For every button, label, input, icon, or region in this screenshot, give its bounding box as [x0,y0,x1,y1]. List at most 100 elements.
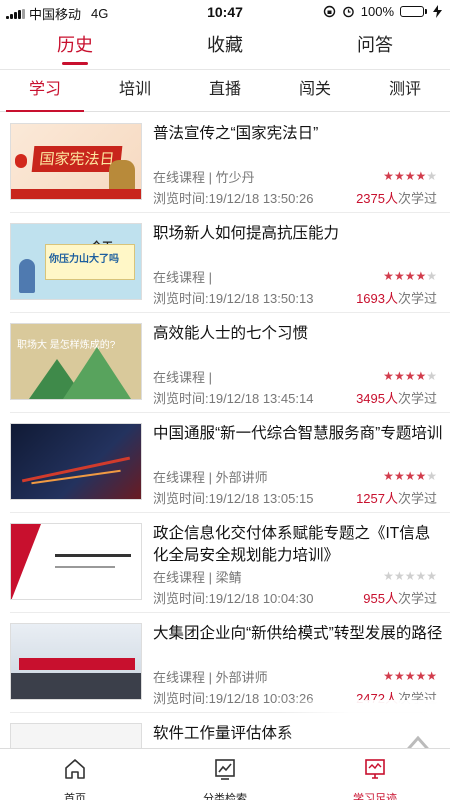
course-thumbnail: 今天 你压力山大了吗 [10,223,142,300]
nav-study-footprint[interactable]: 学习足迹 [300,749,450,800]
browse-time: 浏览时间:19/12/18 10:03:26 [153,691,314,706]
course-list: 国家宪法日 普法宣传之“国家宪法日” 在线课程 | 竹少丹 浏览时间:19/12… [0,113,450,748]
sub-tabs: 学习 培训 直播 闯关 测评 [0,70,450,112]
tab-favorites[interactable]: 收藏 [150,24,300,69]
learner-number: 3495人 [356,391,398,406]
course-meta: 在线课程 | 梁鲭 [153,570,242,585]
star-filled-icon: ★ [383,669,394,683]
course-item[interactable]: 中国通服“新一代综合智慧服务商”专题培训 在线课程 | 外部讲师 浏览时间:19… [10,413,450,513]
browse-time: 浏览时间:19/12/18 13:05:15 [153,491,314,506]
star-filled-icon: ★ [383,369,394,383]
person-figure-icon [19,259,35,293]
star-filled-icon: ★ [426,669,437,683]
mountain-shape [63,347,131,399]
learner-suffix: 次学过 [397,591,437,606]
rotation-lock-icon [323,5,335,18]
course-title: 普法宣传之“国家宪法日” [153,125,319,142]
star-filled-icon: ★ [415,469,427,483]
thumbnail-text: 你压力山大了吗 [49,254,119,265]
red-triangle-shape [11,524,41,599]
star-filled-icon: ★ [415,369,427,383]
chart-icon [215,759,235,780]
status-bar: 中国移动 4G 10:47 100% [0,0,450,24]
subtab-assessment[interactable]: 测评 [360,70,450,111]
course-title: 职场新人如何提高抗压能力 [153,225,340,242]
star-filled-icon: ★ [415,169,427,183]
star-filled-icon: ★ [404,469,416,483]
star-filled-icon: ★ [415,669,427,683]
star-filled-icon: ★ [393,269,405,283]
star-empty-icon: ★ [426,169,437,183]
top-tabs: 历史 收藏 问答 [0,24,450,70]
subtab-challenge[interactable]: 闯关 [270,70,360,111]
course-thumbnail: 国家宪法日 [10,123,142,200]
course-meta: 在线课程 | [153,370,212,385]
learner-count: 955人次学过 [363,588,437,607]
star-empty-icon: ★ [426,469,437,483]
star-filled-icon: ★ [404,369,416,383]
star-empty-icon: ★ [415,569,427,583]
course-thumbnail [10,623,142,700]
course-item[interactable]: 政企信息化交付体系赋能专题之《IT信息化全局安全规划能力培训》 在线课程 | 梁… [10,513,450,613]
learner-suffix: 次学过 [397,191,437,206]
course-meta: 在线课程 | 外部讲师 [153,670,268,685]
star-empty-icon: ★ [393,569,405,583]
light-streak [21,456,131,483]
thumbnail-banner [19,658,135,670]
rating-stars: ★★★★★ [383,669,437,683]
course-item[interactable]: 今天 你压力山大了吗 职场新人如何提高抗压能力 在线课程 | 浏览时间:19/1… [10,213,450,313]
course-meta: 在线课程 | 竹少丹 [153,170,255,185]
star-filled-icon: ★ [383,469,394,483]
nav-label: 学习足迹 [353,793,397,800]
course-thumbnail [10,523,142,600]
star-filled-icon: ★ [393,369,405,383]
battery-label: 100% [360,4,394,19]
learner-number: 1693人 [356,291,398,306]
screen-icon [365,759,385,779]
browse-time: 浏览时间:19/12/18 13:50:13 [153,291,314,306]
status-right: 100% [323,4,442,19]
star-empty-icon: ★ [404,569,416,583]
course-title: 政企信息化交付体系赋能专题之《IT信息化全局安全规划能力培训》 [153,525,431,564]
thumbnail-heading-bar [55,554,131,557]
learner-count: 1257人次学过 [356,488,437,507]
learner-count: 3495人次学过 [356,388,437,407]
nav-label: 分类检索 [203,793,247,800]
tab-history[interactable]: 历史 [0,24,150,69]
charging-icon [433,5,442,18]
learner-suffix: 次学过 [397,691,437,706]
nav-category-search[interactable]: 分类检索 [150,749,300,800]
lantern-icon [15,154,27,168]
subtab-live[interactable]: 直播 [180,70,270,111]
subtab-training[interactable]: 培训 [90,70,180,111]
learner-number: 2472人 [356,691,398,706]
road-shape [11,673,141,699]
star-filled-icon: ★ [383,169,394,183]
course-item[interactable]: 大集团企业向“新供给模式”转型发展的路径 在线课程 | 外部讲师 浏览时间:19… [10,613,450,713]
course-item[interactable]: 职场大 是怎样炼成的? 高效能人士的七个习惯 在线课程 | 浏览时间:19/12… [10,313,450,413]
tab-qa[interactable]: 问答 [300,24,450,69]
learner-suffix: 次学过 [397,291,437,306]
learner-suffix: 次学过 [397,491,437,506]
thumbnail-subheading-bar [55,566,115,568]
course-item[interactable]: 软件工作量评估体系 [10,713,450,748]
browse-time: 浏览时间:19/12/18 13:50:26 [153,191,314,206]
nav-home[interactable]: 首页 [0,749,150,800]
rating-stars: ★★★★★ [383,169,437,183]
battery-icon [400,6,427,17]
subtab-study[interactable]: 学习 [0,70,90,112]
course-item[interactable]: 国家宪法日 普法宣传之“国家宪法日” 在线课程 | 竹少丹 浏览时间:19/12… [10,113,450,213]
star-filled-icon: ★ [393,669,405,683]
course-thumbnail [10,723,142,748]
learner-number: 2375人 [356,191,398,206]
learner-count: 2472人次学过 [356,688,437,707]
nav-label: 首页 [64,793,86,800]
star-filled-icon: ★ [404,669,416,683]
home-icon [65,759,85,779]
star-filled-icon: ★ [404,269,416,283]
star-filled-icon: ★ [393,169,405,183]
learner-suffix: 次学过 [397,391,437,406]
bottom-nav: 首页 分类检索 学习足迹 [0,748,450,800]
star-filled-icon: ★ [393,469,405,483]
star-empty-icon: ★ [426,369,437,383]
